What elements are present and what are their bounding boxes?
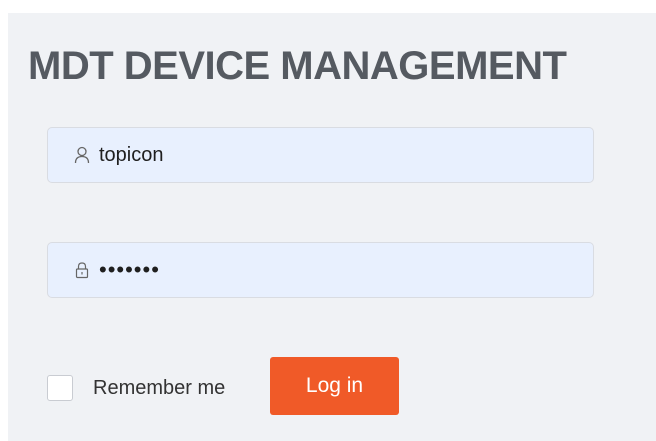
- login-button[interactable]: Log in: [270, 357, 399, 415]
- remember-me-row: Remember me: [47, 373, 225, 403]
- lock-icon: [73, 259, 91, 281]
- remember-me-checkbox[interactable]: [47, 375, 73, 401]
- password-field[interactable]: [47, 242, 594, 298]
- username-field[interactable]: [47, 127, 594, 183]
- page-title: MDT DEVICE MANAGEMENT: [28, 44, 567, 88]
- remember-me-label[interactable]: Remember me: [93, 377, 225, 400]
- username-input[interactable]: [99, 143, 579, 167]
- password-input[interactable]: [99, 257, 579, 283]
- user-icon: [73, 144, 91, 166]
- login-panel: MDT DEVICE MANAGEMENT Remember me Log in: [8, 13, 656, 441]
